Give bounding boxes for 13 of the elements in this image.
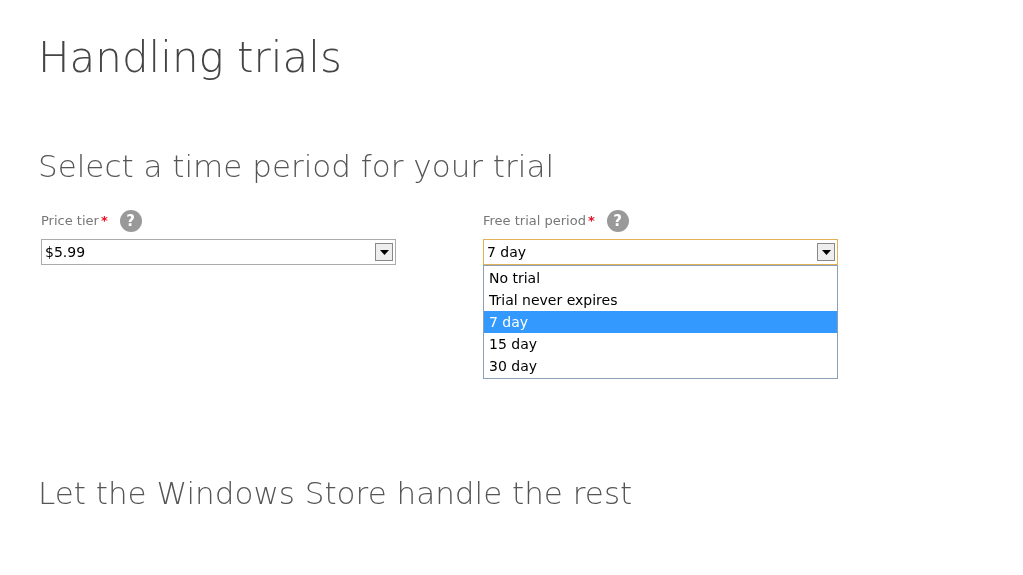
section-heading: Select a time period for your trial <box>38 147 554 186</box>
dropdown[interactable]: $5.99 <box>41 239 396 265</box>
dropdown-option[interactable]: Trial never expires <box>484 289 837 311</box>
section-heading: Let the Windows Store handle the rest <box>38 474 633 513</box>
dropdown-option[interactable]: 30 day <box>484 355 837 377</box>
dropdown-option[interactable]: 15 day <box>484 333 837 355</box>
field-label: Free trial period* <box>483 212 595 231</box>
caret-icon[interactable] <box>817 243 835 261</box>
caret-icon[interactable] <box>375 243 393 261</box>
dropdown[interactable]: 7 day <box>483 239 838 265</box>
page-title: Handling trials <box>38 32 342 84</box>
field-label: Price tier* <box>41 212 108 231</box>
dropdown-option[interactable]: No trial <box>484 267 837 289</box>
